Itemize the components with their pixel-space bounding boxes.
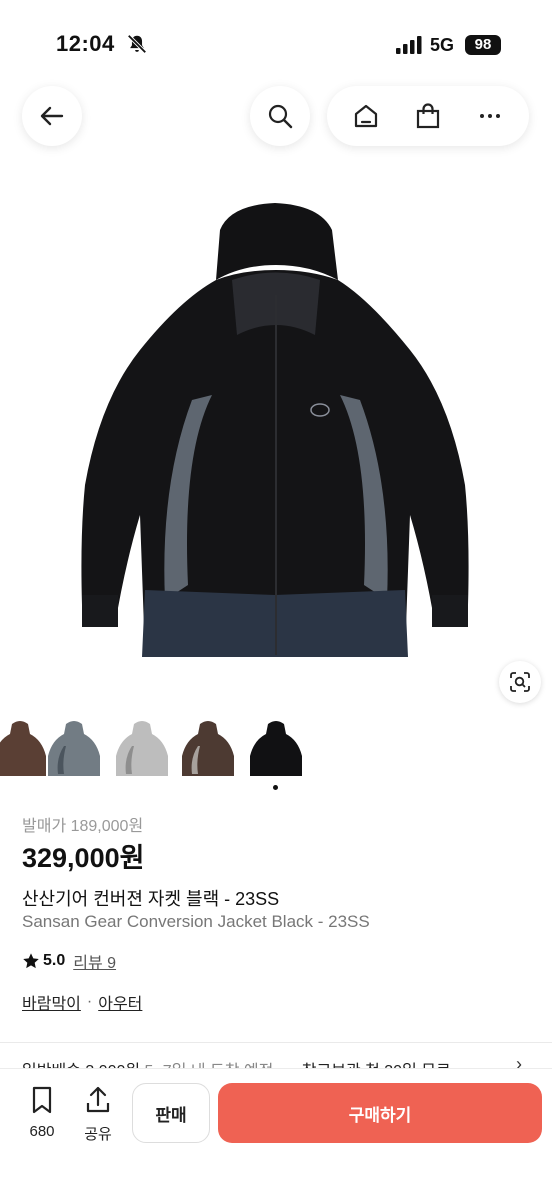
product-image[interactable] (70, 185, 482, 670)
buy-button[interactable]: 구매하기 (218, 1083, 542, 1143)
search-button[interactable] (250, 86, 310, 146)
category-separator: · (86, 993, 93, 1010)
bookmark-icon (32, 1086, 52, 1114)
review-link[interactable]: 리뷰 9 (73, 949, 116, 973)
section-divider (0, 1042, 552, 1043)
product-title-english: Sansan Gear Conversion Jacket Black - 23… (22, 912, 370, 931)
rating-row: 5.0 리뷰 9 (22, 950, 116, 972)
status-time: 12:04 (56, 31, 115, 56)
colorway-thumb-black[interactable] (246, 716, 306, 780)
original-price: 발매가 189,000원 (22, 818, 144, 835)
category-row: 바람막이 · 아우터 (22, 990, 142, 1014)
search-icon (268, 104, 293, 129)
rating-value: 5.0 (43, 952, 66, 969)
more-icon (480, 114, 500, 118)
category-link-windbreaker[interactable]: 바람막이 (22, 990, 81, 1014)
bookmark-button[interactable]: 680 (18, 1085, 66, 1140)
sell-button[interactable]: 판매 (132, 1083, 210, 1143)
image-search-button[interactable] (499, 661, 541, 703)
bottom-action-bar: 680 공유 판매 구매하기 (0, 1068, 552, 1200)
lens-search-icon (510, 672, 530, 692)
network-label: 5G (430, 35, 455, 55)
shopping-bag-button[interactable] (406, 94, 450, 138)
category-link-outer[interactable]: 아우터 (98, 990, 142, 1014)
colorway-thumb-dark-brown[interactable] (178, 716, 238, 780)
share-icon (86, 1086, 110, 1113)
more-button[interactable] (468, 94, 512, 138)
selected-colorway-indicator (273, 785, 278, 790)
battery-indicator: 98 (465, 35, 501, 55)
shopping-bag-icon (416, 103, 440, 129)
product-title-korean: 산산기어 컨버젼 자켓 블랙 - 23SS (22, 889, 280, 909)
colorway-thumb-light-gray[interactable] (112, 716, 172, 780)
home-icon (354, 104, 378, 128)
share-button[interactable]: 공유 (74, 1085, 122, 1143)
back-button[interactable] (22, 86, 82, 146)
status-bar: 12:04 5G 98 (0, 0, 552, 80)
back-arrow-icon (40, 106, 64, 126)
bookmark-count: 680 (29, 1123, 55, 1140)
share-label: 공유 (84, 1126, 112, 1143)
bell-slash-icon (127, 34, 147, 54)
star-icon (23, 953, 39, 969)
signal-icon (396, 36, 422, 54)
nav-actions-group (327, 86, 529, 146)
price: 329,000원 (22, 843, 145, 873)
home-button[interactable] (344, 94, 388, 138)
colorway-thumb-gray-blue[interactable] (44, 716, 104, 780)
colorway-thumb-brown[interactable] (0, 716, 50, 780)
